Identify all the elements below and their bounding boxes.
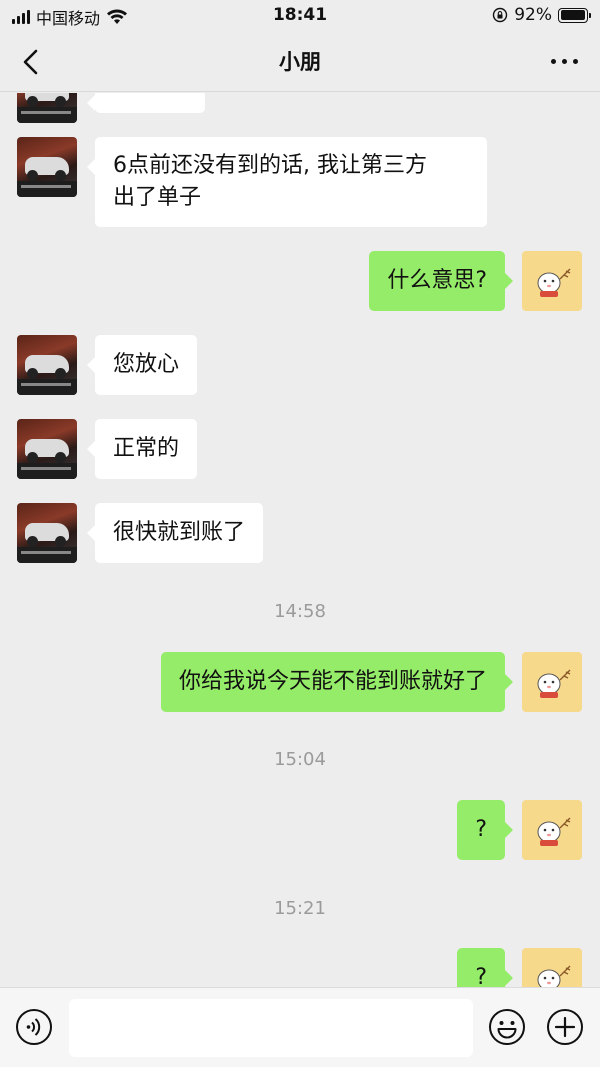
timestamp: 15:21: [274, 898, 326, 919]
sheep-avatar-icon: [537, 669, 571, 698]
message-text: 6点前还没有到的话, 我让第三方: [113, 153, 427, 178]
message-bubble-received[interactable]: 很快就到账了: [86, 503, 264, 563]
message-text: 正常的: [113, 436, 180, 461]
message-bubble-sent[interactable]: ?: [457, 948, 513, 987]
message-text: 出了单子: [113, 185, 202, 210]
message-bubble-received[interactable]: 正常的: [86, 419, 198, 479]
contact-avatar[interactable]: [17, 93, 77, 123]
message-bubble-received[interactable]: 6点前还没有到的话, 我让第三方 出了单子: [87, 137, 487, 227]
contact-avatar[interactable]: [17, 503, 77, 563]
emoji-icon[interactable]: [488, 1008, 526, 1046]
message-text: ?: [475, 817, 487, 842]
message-bubble-sent[interactable]: 你给我说今天能不能到账就好了: [160, 652, 514, 712]
chat-area[interactable]: 6点前还没有到的话, 我让第三方 出了单子 什么意思? 您放心 正常的 很快就到…: [0, 93, 600, 987]
voice-icon[interactable]: [15, 1008, 53, 1046]
message-text: 您放心: [113, 352, 180, 377]
message-text: ?: [475, 965, 487, 987]
message-bubble-sent[interactable]: 什么意思?: [369, 251, 513, 311]
timestamp: 15:04: [274, 749, 326, 770]
my-avatar[interactable]: [522, 251, 582, 311]
message-bubble-received[interactable]: 您放心: [86, 335, 198, 395]
input-bar: [0, 987, 600, 1067]
contact-avatar[interactable]: [17, 419, 77, 479]
message-bubble-sent[interactable]: ?: [457, 800, 513, 860]
contact-avatar[interactable]: [17, 137, 77, 197]
my-avatar[interactable]: [522, 800, 582, 860]
sheep-avatar-icon: [537, 817, 571, 846]
sheep-avatar-icon: [537, 965, 571, 987]
plus-icon[interactable]: [546, 1008, 584, 1046]
nav-bar: 小朋: [0, 32, 600, 92]
more-dots-icon[interactable]: [551, 59, 578, 64]
contact-avatar[interactable]: [17, 335, 77, 395]
chat-title: 小朋: [279, 50, 321, 74]
message-bubble-partial[interactable]: [87, 93, 205, 113]
sheep-avatar-icon: [537, 268, 571, 297]
message-input[interactable]: [69, 999, 473, 1057]
status-bar: 中国移动 18:41 92%: [0, 0, 600, 32]
my-avatar[interactable]: [522, 652, 582, 712]
my-avatar[interactable]: [522, 948, 582, 987]
message-text: 什么意思?: [387, 268, 487, 293]
message-text: 很快就到账了: [113, 520, 246, 545]
status-right: 92%: [492, 5, 591, 25]
rotation-lock-icon: [493, 7, 508, 23]
battery-percent: 92%: [514, 5, 552, 25]
message-text: 你给我说今天能不能到账就好了: [178, 669, 487, 694]
battery-icon: [558, 7, 591, 23]
timestamp: 14:58: [274, 601, 326, 622]
battery-cap: [588, 12, 591, 18]
battery-fill: [560, 10, 586, 20]
